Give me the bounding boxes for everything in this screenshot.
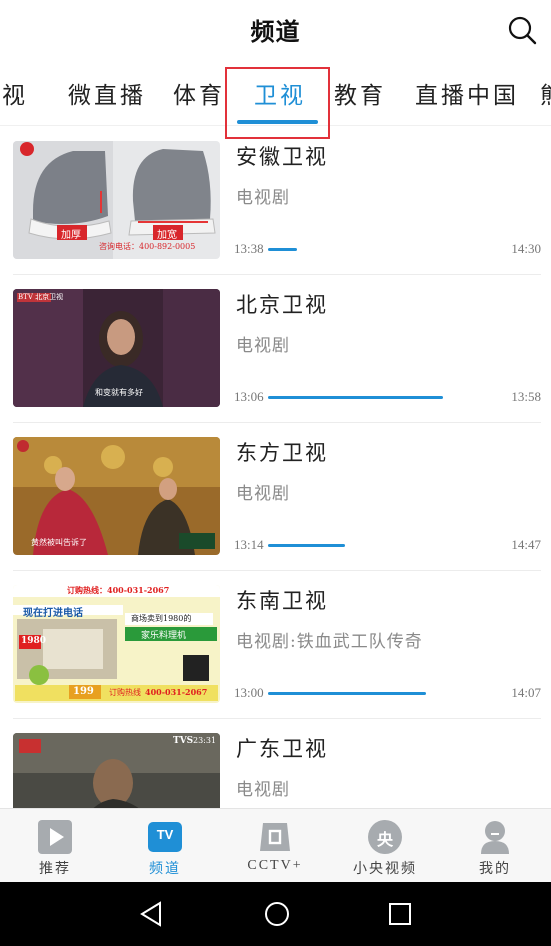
progress-fill — [268, 248, 297, 251]
search-icon — [508, 16, 537, 45]
bottom-navigation: 推荐 TV 频道 CCTV+ 央 小央视频 我的 — [0, 808, 551, 882]
channel-name: 东南卫视 — [236, 589, 328, 613]
tv-icon-text: TV — [156, 827, 174, 842]
channel-name: 安徽卫视 — [236, 145, 328, 169]
nav-label: 小央视频 — [353, 861, 417, 877]
user-icon — [481, 821, 509, 854]
thumb-new-price: 199 — [73, 686, 94, 697]
program-title: 电视剧 — [236, 336, 290, 356]
tab-live-china[interactable]: 直播中国 — [415, 76, 519, 110]
program-start-time: 13:38 — [234, 241, 264, 256]
channel-thumbnail: 加厚 加宽 咨询电话：400-892-0005 — [13, 141, 220, 259]
channel-row-dongfang[interactable]: 黄然被叫告诉了 东方卫视 电视剧 13:14 14:47 — [0, 423, 551, 571]
channel-name: 东方卫视 — [236, 441, 328, 465]
thumb-hotline-top: 订购热线：400-031-2067 — [67, 585, 170, 595]
channel-row-guangdong[interactable]: TVS 23:31 广东卫视 电视剧 — [0, 719, 551, 808]
yang-icon-text: 央 — [376, 830, 393, 849]
thumb-product-name: 家乐料理机 — [141, 631, 187, 641]
program-progress-bar — [268, 248, 508, 251]
channel-thumbnail: TVS 23:31 — [13, 733, 220, 808]
program-title: 电视剧 — [236, 484, 290, 504]
program-start-time: 13:06 — [234, 389, 264, 404]
program-start-time: 13:00 — [234, 685, 264, 700]
program-title: 电视剧 — [236, 780, 290, 800]
cctv-plus-icon — [260, 823, 290, 851]
program-progress-bar — [268, 396, 508, 399]
tab-cctv[interactable]: 央视 — [0, 76, 28, 110]
tab-education[interactable]: 教育 — [334, 76, 386, 110]
channel-row-dongnan[interactable]: 订购热线：400-031-2067 现在打进电话 商场卖到1980的 家乐料理机… — [0, 571, 551, 719]
progress-fill — [268, 692, 427, 695]
thumb-logo-text: BTV 北京卫视 — [18, 293, 64, 301]
nav-label: CCTV+ — [247, 858, 303, 873]
channel-name: 北京卫视 — [236, 293, 328, 317]
tab-sports[interactable]: 体育 — [173, 76, 225, 110]
thumb-subtitle: 和变就有多好 — [95, 388, 143, 397]
channel-thumbnail: BTV 北京卫视 和变就有多好 — [13, 289, 220, 407]
thumb-label-wider: 加宽 — [157, 230, 177, 241]
program-title: 电视剧:铁血武工队传奇 — [236, 632, 423, 652]
thumb-hotline-label: 订购热线 — [109, 688, 141, 697]
nav-label: 频道 — [149, 861, 181, 877]
program-end-time: 14:47 — [511, 537, 541, 552]
home-icon[interactable] — [263, 900, 291, 928]
thumb-old-price: 1980 — [21, 636, 47, 646]
thumb-logo: TVS — [173, 736, 194, 746]
nav-xiaoyang-video[interactable]: 央 小央视频 — [330, 809, 440, 883]
nav-label: 推荐 — [39, 861, 71, 877]
channel-row-anhui[interactable]: 加厚 加宽 咨询电话：400-892-0005 安徽卫视 电视剧 13:38 1… — [0, 127, 551, 275]
thumb-clock: 23:31 — [193, 736, 217, 745]
channel-row-beijing[interactable]: BTV 北京卫视 和变就有多好 北京卫视 电视剧 13:06 13:58 — [0, 275, 551, 423]
channel-list: 加厚 加宽 咨询电话：400-892-0005 安徽卫视 电视剧 13:38 1… — [0, 127, 551, 808]
progress-fill — [268, 396, 444, 399]
thumb-hotline-number: 400-031-2067 — [145, 687, 208, 697]
top-header: 频道 — [0, 0, 551, 62]
program-end-time: 13:58 — [511, 389, 541, 404]
program-start-time: 13:14 — [234, 537, 264, 552]
thumb-subtitle: 黄然被叫告诉了 — [31, 538, 87, 547]
channel-name: 广东卫视 — [236, 737, 328, 761]
nav-mine[interactable]: 我的 — [440, 809, 550, 883]
progress-fill — [268, 544, 345, 547]
play-icon — [38, 820, 72, 854]
program-progress-bar — [268, 544, 508, 547]
channel-thumbnail: 黄然被叫告诉了 — [13, 437, 220, 555]
tab-panda[interactable]: 熊 — [540, 76, 551, 110]
back-icon[interactable] — [138, 900, 166, 928]
nav-cctv-plus[interactable]: CCTV+ — [220, 809, 330, 883]
nav-label: 我的 — [479, 861, 511, 877]
tab-micro-live[interactable]: 微直播 — [68, 76, 146, 110]
program-end-time: 14:07 — [511, 685, 541, 700]
program-title: 电视剧 — [236, 188, 290, 208]
program-end-time: 14:30 — [511, 241, 541, 256]
nav-channel[interactable]: TV 频道 — [110, 809, 220, 883]
search-button[interactable] — [506, 14, 538, 46]
page-title: 频道 — [250, 17, 301, 46]
thumb-label-thicker: 加厚 — [61, 230, 81, 241]
thumb-hotline: 咨询电话：400-892-0005 — [99, 242, 196, 251]
thumb-call-now: 现在打进电话 — [23, 608, 83, 619]
nav-recommend[interactable]: 推荐 — [0, 809, 110, 883]
system-navigation-bar — [0, 882, 551, 946]
recents-icon[interactable] — [386, 900, 414, 928]
channel-thumbnail: 订购热线：400-031-2067 现在打进电话 商场卖到1980的 家乐料理机… — [13, 585, 220, 703]
program-progress-bar — [268, 692, 508, 695]
thumb-price-claim: 商场卖到1980的 — [131, 614, 192, 623]
